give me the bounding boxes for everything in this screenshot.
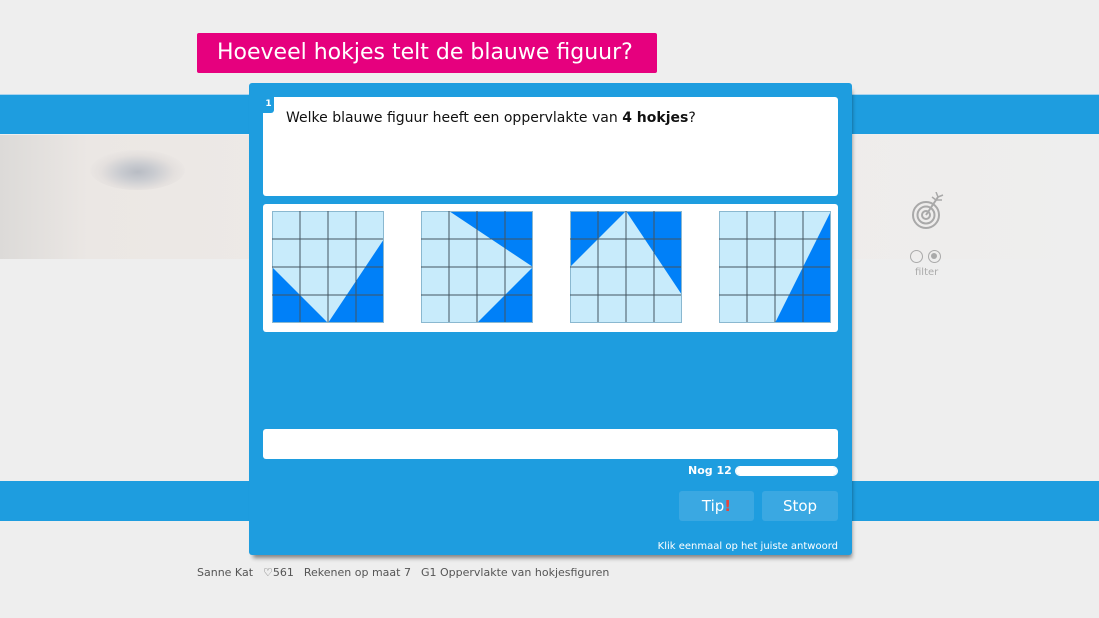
exercise-panel: 1 Welke blauwe figuur heeft een oppervla… [249,83,852,555]
exclamation-icon: ! [724,497,732,515]
progress-fill [736,467,837,475]
footer-info: Sanne Kat ♡561 Rekenen op maat 7 G1 Oppe… [197,566,609,579]
filter-radio-group [910,250,941,263]
question-text: Welke blauwe figuur heeft een oppervlakt… [286,110,696,126]
option-figure-2[interactable] [421,211,533,323]
answer-options [263,204,838,332]
page-title: Hoeveel hokjes telt de blauwe figuur? [197,33,657,73]
filter-radio-on[interactable] [928,250,941,263]
question-text-start: Welke blauwe figuur heeft een oppervlakt… [286,110,623,126]
option-figure-4[interactable] [719,211,831,323]
progress-bar [735,466,838,476]
course-name: Rekenen op maat 7 [303,566,411,579]
filter-label: filter [915,267,939,278]
lesson-name: G1 Oppervlakte van hokjesfiguren [420,566,610,579]
question-number: 1 [263,97,274,113]
background-eye [90,150,185,190]
tip-button[interactable]: Tip! [679,491,754,521]
option-figure-3[interactable] [570,211,682,323]
target-button[interactable] [905,191,950,234]
progress-label: Nog 12 [688,464,732,477]
instruction-text: Klik eenmaal op het juiste antwoord [657,541,838,552]
filter-radio-off[interactable] [910,250,923,263]
hearts-count: ♡561 [263,566,294,579]
user-name: Sanne Kat [197,566,254,579]
target-icon [911,191,943,229]
question-text-bold: 4 hokjes [622,110,689,126]
question-box: 1 Welke blauwe figuur heeft een oppervla… [263,97,838,196]
option-figure-1[interactable] [272,211,384,323]
tip-label: Tip [701,497,725,515]
question-text-end: ? [688,110,696,126]
stop-button[interactable]: Stop [762,491,838,521]
answer-field[interactable] [263,429,838,459]
